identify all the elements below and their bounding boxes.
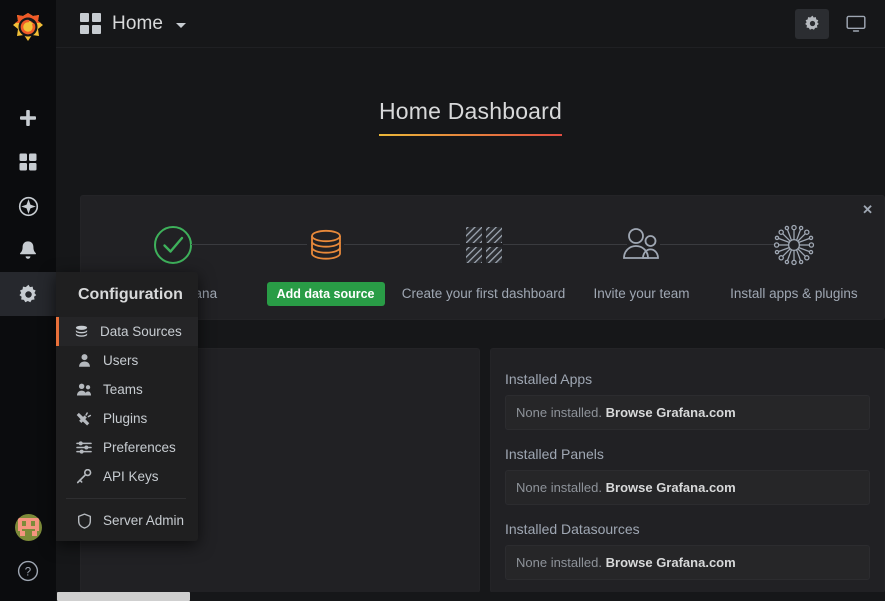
sliders-icon [76, 440, 92, 455]
plus-icon [20, 110, 36, 126]
onboarding-step-create-dashboard[interactable]: Create your first dashboard [401, 196, 628, 301]
sidebar-nav: ? [0, 0, 56, 601]
installed-datasources-title: Installed Datasources [505, 521, 640, 537]
sidebar-item-create[interactable] [0, 96, 56, 140]
menu-item-label: Plugins [103, 411, 148, 426]
sidebar-item-dashboards[interactable] [0, 140, 56, 184]
chevron-down-icon [176, 22, 187, 28]
sidebar-item-explore[interactable] [0, 184, 56, 228]
users-icon [619, 222, 663, 268]
dashboards-grid-icon [80, 13, 101, 34]
browse-grafana-link[interactable]: Browse Grafana.com [606, 405, 736, 420]
grafana-app: ? Home Home Dashboard ✕ Add data source … [0, 0, 885, 601]
grafana-logo-icon[interactable] [0, 0, 56, 56]
avatar [14, 513, 42, 541]
onboarding-panel: ✕ Install Grafana [80, 195, 885, 320]
shield-icon [76, 512, 92, 529]
question-circle-icon: ? [17, 560, 39, 582]
sidebar-item-configuration[interactable] [0, 272, 56, 316]
dashboards-grid-icon [19, 153, 37, 171]
gear-icon [18, 284, 36, 302]
page-title: Home Dashboard [378, 98, 563, 136]
menu-item-label: Data Sources [100, 324, 182, 339]
installed-apps-empty-text: None installed. [516, 405, 602, 420]
menu-item-api-keys[interactable]: API Keys [56, 462, 198, 491]
installed-datasources-empty-text: None installed. [516, 555, 602, 570]
installed-panels-empty-row: None installed. Browse Grafana.com [505, 470, 870, 505]
menu-item-label: API Keys [103, 469, 159, 484]
sidebar-item-user-profile[interactable] [0, 505, 56, 549]
installed-apps-empty-row: None installed. Browse Grafana.com [505, 395, 870, 430]
sidebar-main-items [0, 96, 56, 316]
page-title-wrap: Home Dashboard [56, 48, 885, 136]
onboarding-steps: Install Grafana Add data source [81, 196, 885, 321]
menu-item-data-sources[interactable]: Data Sources [56, 317, 198, 346]
menu-item-teams[interactable]: Teams [56, 375, 198, 404]
installed-panels-empty-text: None installed. [516, 480, 602, 495]
dashboard-settings-button[interactable] [795, 8, 829, 39]
onboarding-step-add-data-source[interactable]: Add data source [249, 196, 460, 306]
user-icon [76, 353, 92, 368]
onboarding-step-install-apps[interactable]: Install apps & plugins [718, 196, 870, 301]
onboarding-step-invite-team[interactable]: Invite your team [565, 196, 776, 301]
breadcrumb-title: Home [112, 12, 164, 34]
horizontal-scrollbar[interactable] [56, 592, 885, 601]
users-icon [76, 382, 92, 397]
menu-item-users[interactable]: Users [56, 346, 198, 375]
installed-plugins-panel: Installed Apps None installed. Browse Gr… [490, 348, 885, 593]
menu-item-label: Server Admin [103, 513, 185, 528]
svg-text:?: ? [25, 566, 31, 578]
menu-item-label: Teams [103, 382, 143, 397]
tv-mode-button[interactable] [839, 9, 873, 39]
installed-panels-title: Installed Panels [505, 446, 604, 462]
step-label: Invite your team [593, 286, 690, 301]
installed-apps-title: Installed Apps [505, 371, 593, 387]
database-icon [73, 324, 89, 339]
menu-item-preferences[interactable]: Preferences [56, 433, 198, 462]
topbar-actions [795, 8, 885, 39]
menu-divider [66, 498, 186, 499]
step-label: Create your first dashboard [401, 286, 566, 301]
top-navbar: Home [56, 0, 885, 48]
gear-icon [804, 15, 819, 30]
bell-icon [20, 240, 36, 259]
menu-item-plugins[interactable]: Plugins [56, 404, 198, 433]
monitor-icon [846, 15, 866, 32]
browse-grafana-link[interactable]: Browse Grafana.com [606, 555, 736, 570]
database-icon [304, 222, 348, 268]
sidebar-item-alerting[interactable] [0, 228, 56, 272]
check-circle-icon [152, 222, 194, 268]
menu-item-label: Users [103, 353, 139, 368]
add-data-source-button[interactable]: Add data source [266, 282, 385, 306]
installed-datasources-empty-row: None installed. Browse Grafana.com [505, 545, 870, 580]
breadcrumb[interactable]: Home [56, 12, 187, 35]
browse-grafana-link[interactable]: Browse Grafana.com [606, 480, 736, 495]
installed-plugins-inner: Installed Apps None installed. Browse Gr… [491, 349, 884, 580]
scrollbar-thumb[interactable] [57, 592, 190, 601]
apps-plugins-icon [772, 222, 816, 268]
sidebar-bottom-items: ? [0, 505, 56, 601]
key-icon [76, 469, 92, 484]
dashboard-grid-hatched-icon [463, 222, 505, 268]
compass-icon [18, 196, 38, 216]
configuration-menu-title: Configuration [78, 286, 183, 303]
step-label: Install apps & plugins [730, 286, 858, 301]
plugin-icon [76, 411, 92, 426]
sidebar-item-help[interactable]: ? [0, 549, 56, 593]
menu-item-server-admin[interactable]: Server Admin [56, 506, 198, 535]
configuration-dropdown-menu: Configuration Data Sources Users Teams P… [56, 272, 198, 541]
menu-item-label: Preferences [103, 440, 176, 455]
